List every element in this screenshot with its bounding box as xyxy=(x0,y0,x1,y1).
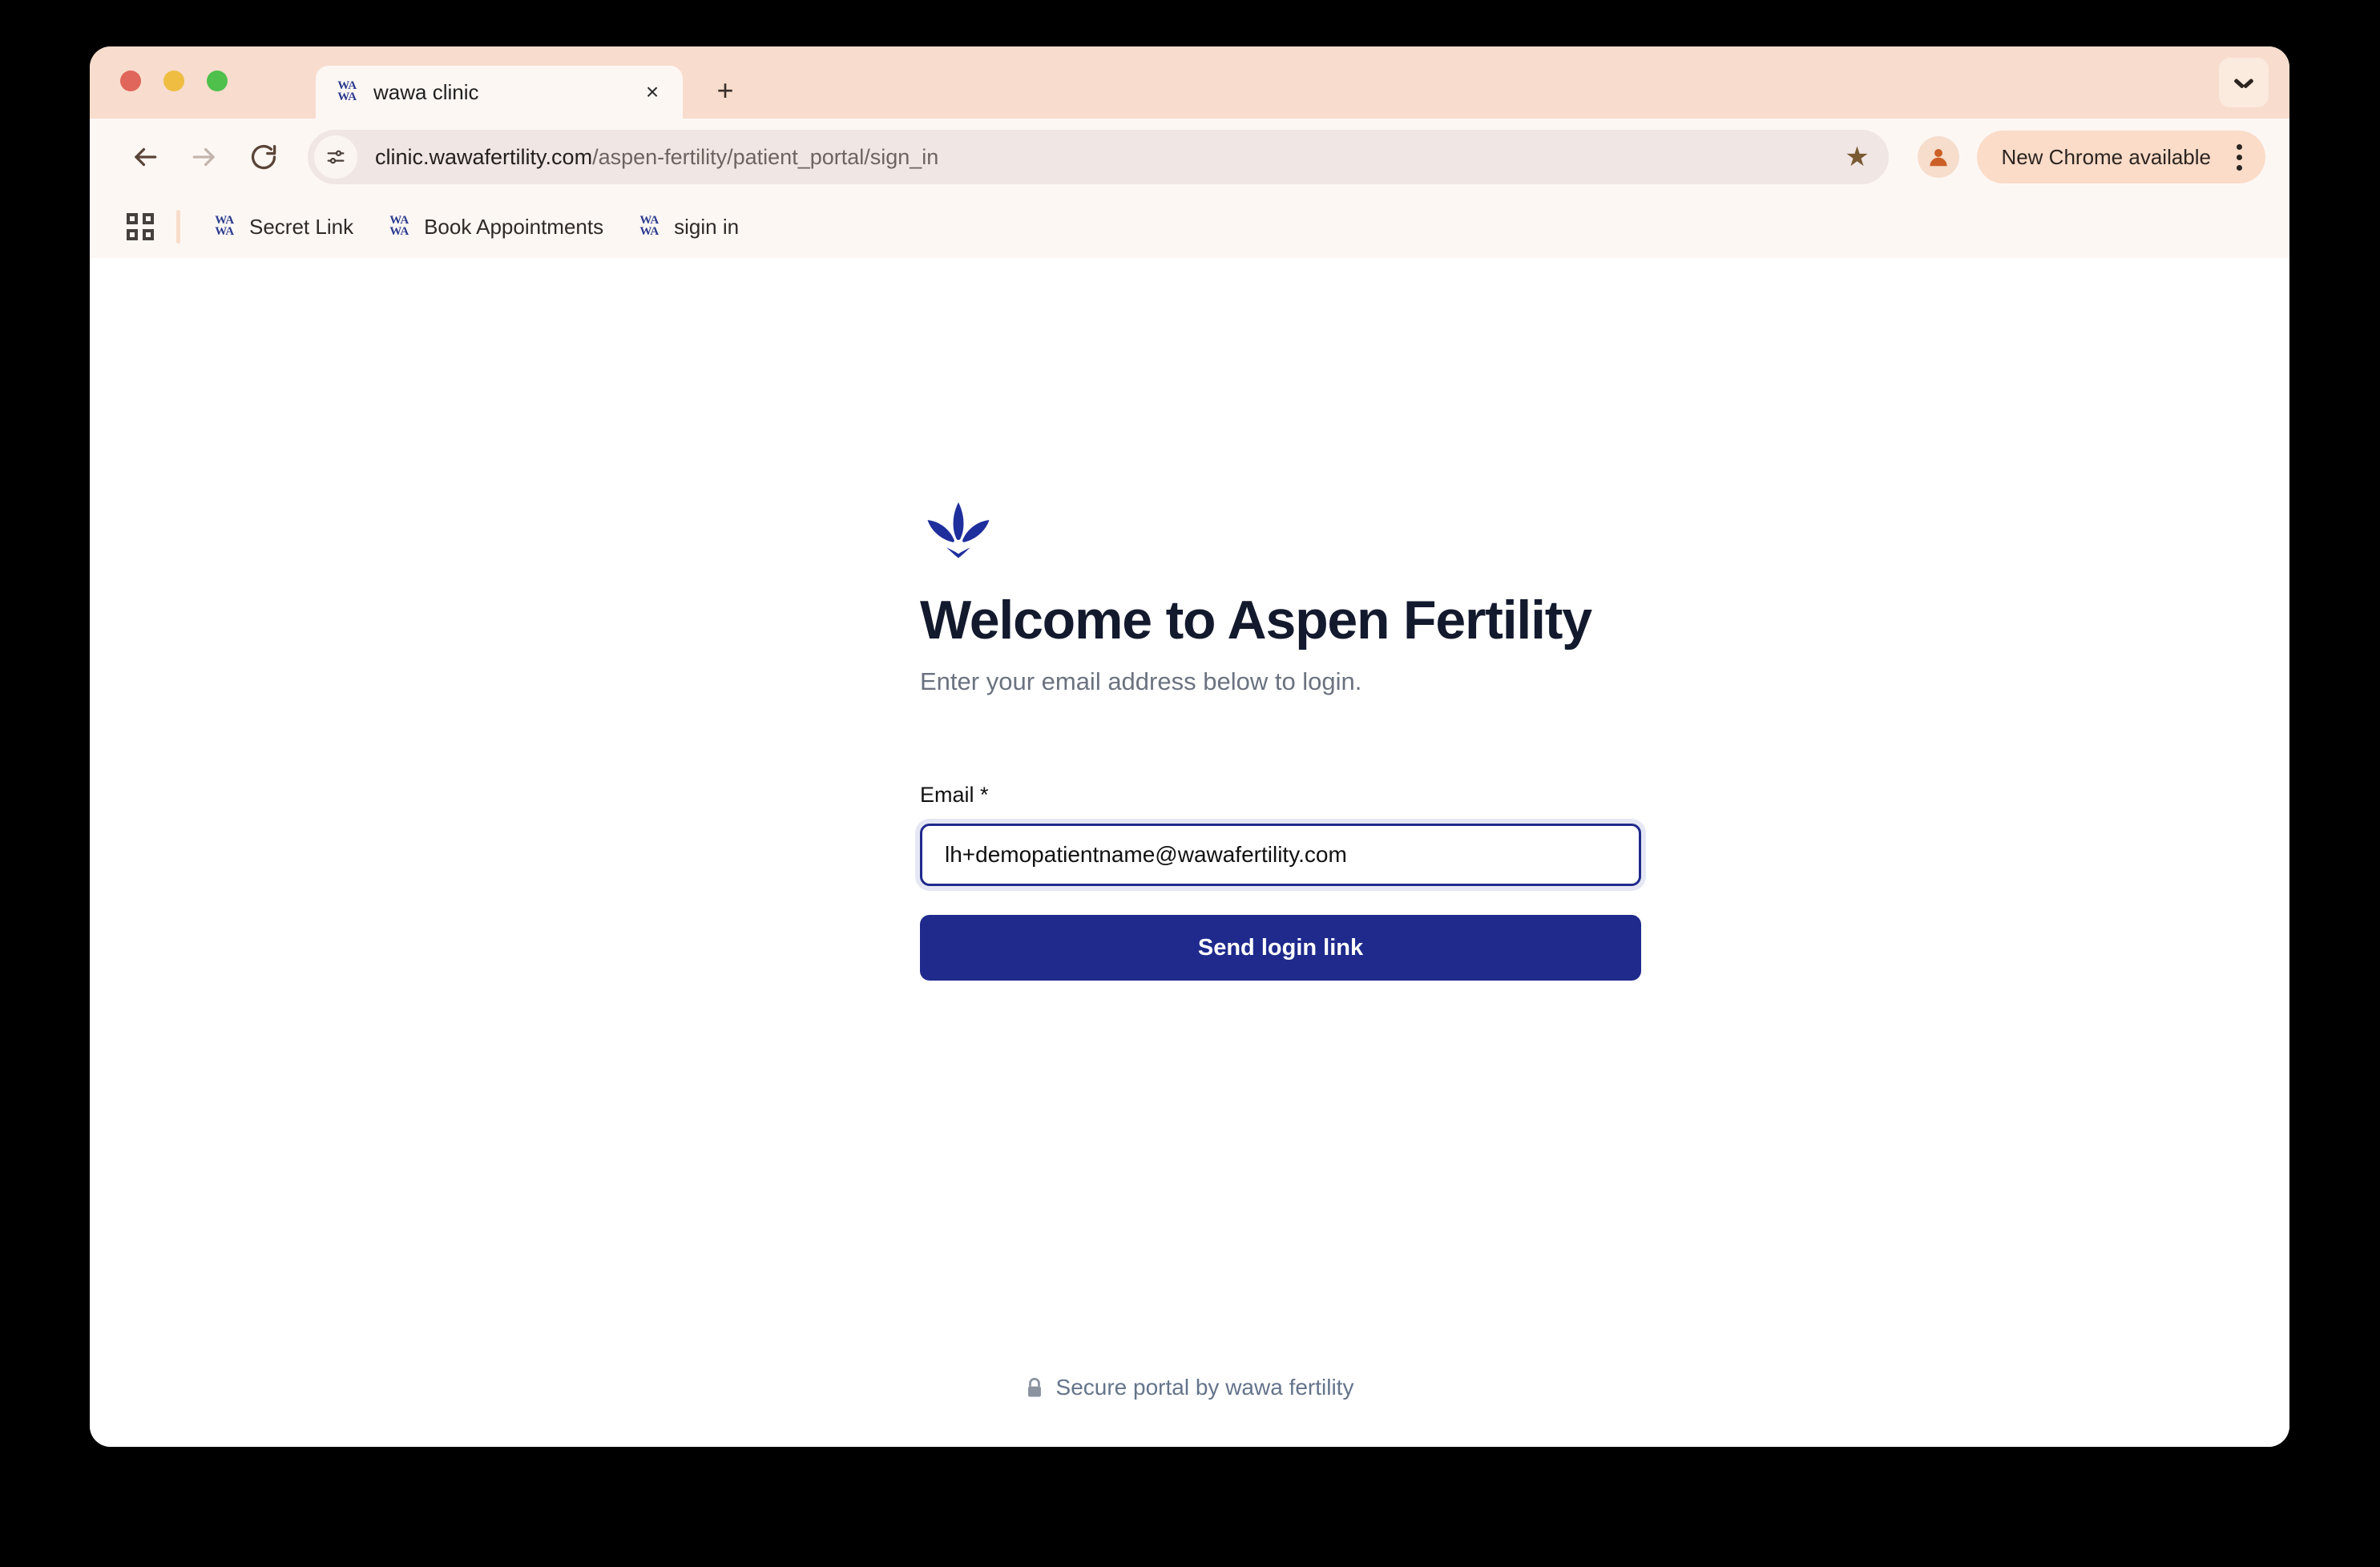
bookmark-sign-in[interactable]: WA WA sigin in xyxy=(623,207,752,247)
chrome-update-label: New Chrome available xyxy=(2001,144,2211,169)
wawa-favicon: WA WA xyxy=(389,214,409,238)
bookmark-secret-link[interactable]: WA WA Secret Link xyxy=(198,207,366,247)
wawa-favicon: WA WA xyxy=(639,214,659,238)
chevron-down-icon[interactable] xyxy=(2219,58,2269,107)
bookmark-label: sigin in xyxy=(674,214,740,239)
profile-avatar-icon[interactable] xyxy=(1918,136,1960,178)
url-host: clinic.wawafertility.com xyxy=(375,144,593,169)
tab-strip: WA WA wawa clinic × + xyxy=(90,46,2289,119)
browser-tab[interactable]: WA WA wawa clinic × xyxy=(316,66,683,119)
back-arrow-icon[interactable] xyxy=(115,127,175,187)
site-settings-icon[interactable] xyxy=(314,135,357,179)
three-dot-menu-icon[interactable] xyxy=(2225,141,2253,173)
email-input[interactable] xyxy=(920,824,1641,887)
maximize-window-button[interactable] xyxy=(207,70,228,91)
minimize-window-button[interactable] xyxy=(163,70,184,91)
bookmark-label: Book Appointments xyxy=(424,214,604,239)
reload-icon[interactable] xyxy=(234,127,293,187)
bookmark-star-icon[interactable]: ★ xyxy=(1833,133,1881,181)
chevron-down-glyph xyxy=(2235,78,2253,87)
forward-arrow-icon xyxy=(175,127,234,187)
url-path: /aspen-fertility/patient_portal/sign_in xyxy=(592,144,939,169)
wawa-favicon: WA WA xyxy=(333,79,361,106)
chrome-update-button[interactable]: New Chrome available xyxy=(1977,131,2265,183)
page-footer: Secure portal by wawa fertility xyxy=(90,1375,2289,1400)
favicon-line-2: WA xyxy=(337,91,357,103)
signin-card: Welcome to Aspen Fertility Enter your em… xyxy=(920,500,1641,981)
page-subtitle: Enter your email address below to login. xyxy=(920,667,1362,696)
bookmarks-bar: WA WA Secret Link WA WA Book Appointment… xyxy=(90,195,2289,258)
wawa-favicon: WA WA xyxy=(215,214,234,238)
send-login-link-button[interactable]: Send login link xyxy=(920,915,1641,981)
lock-icon xyxy=(1027,1377,1041,1397)
aspen-leaf-logo xyxy=(927,502,990,558)
footer-text: Secure portal by wawa fertility xyxy=(1055,1375,1354,1400)
bookmark-book-appointments[interactable]: WA WA Book Appointments xyxy=(373,207,616,247)
page-content: Welcome to Aspen Fertility Enter your em… xyxy=(90,258,2289,1447)
tab-title: wawa clinic xyxy=(373,79,479,104)
new-tab-button[interactable]: + xyxy=(707,72,744,109)
apps-grid-icon[interactable] xyxy=(119,205,162,248)
apps-grid-glyph xyxy=(127,213,154,240)
window-traffic-lights xyxy=(120,70,228,91)
browser-toolbar: clinic.wawafertility.com/aspen-fertility… xyxy=(90,119,2289,195)
address-bar[interactable]: clinic.wawafertility.com/aspen-fertility… xyxy=(308,130,1890,184)
bookmarks-divider xyxy=(176,210,180,244)
close-icon[interactable]: × xyxy=(638,78,667,107)
page-title: Welcome to Aspen Fertility xyxy=(920,590,1592,651)
url-text: clinic.wawafertility.com/aspen-fertility… xyxy=(375,145,1833,170)
email-label: Email * xyxy=(920,783,989,808)
close-window-button[interactable] xyxy=(120,70,141,91)
browser-window: WA WA wawa clinic × + clinic.wawafertili… xyxy=(90,46,2289,1447)
bookmark-label: Secret Link xyxy=(249,214,354,239)
